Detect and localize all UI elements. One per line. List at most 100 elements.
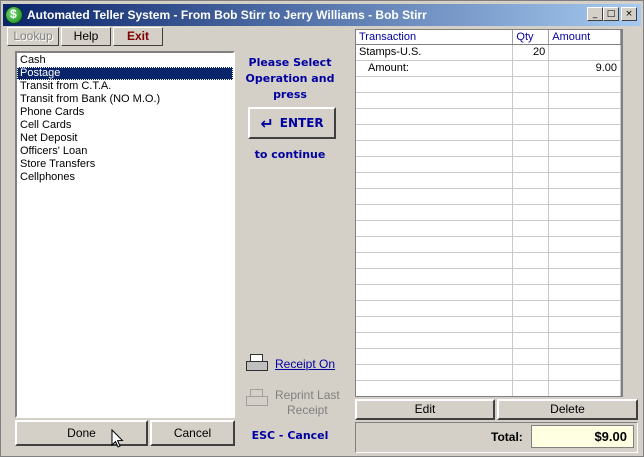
cell-qty [513, 77, 550, 92]
cell-transaction [356, 269, 514, 284]
edit-button[interactable]: Edit [355, 399, 495, 420]
table-row[interactable] [356, 189, 621, 205]
cell-qty [513, 141, 550, 156]
cell-transaction [356, 253, 514, 268]
table-row[interactable] [356, 109, 621, 125]
table-row[interactable] [356, 77, 621, 93]
grid-side-panel [622, 29, 638, 397]
operation-item[interactable]: Store Transfers [17, 158, 233, 171]
exit-button[interactable]: Exit [113, 27, 163, 46]
cell-qty [513, 333, 550, 348]
cell-transaction [356, 173, 514, 188]
cell-qty [513, 173, 550, 188]
minimize-button[interactable]: _ [587, 7, 603, 21]
cell-amount [549, 381, 621, 396]
select-operation-prompt: Please Select Operation and press [241, 55, 339, 103]
cell-qty [513, 253, 550, 268]
cell-transaction [356, 333, 514, 348]
cell-amount [549, 221, 621, 236]
operation-item[interactable]: Postage [17, 67, 233, 80]
cancel-button[interactable]: Cancel [150, 420, 235, 446]
operation-item[interactable]: Phone Cards [17, 106, 233, 119]
table-row[interactable] [356, 365, 621, 381]
operation-list-items: Cash Postage Transit from C.T.A. Transit fr… [17, 53, 233, 184]
table-row[interactable] [356, 349, 621, 365]
cell-amount [549, 237, 621, 252]
enter-button[interactable]: ↵ ENTER [248, 107, 336, 139]
table-row[interactable] [356, 173, 621, 189]
cell-transaction [356, 285, 514, 300]
reprint-receipt-button[interactable]: Reprint Last Receipt [245, 388, 340, 418]
cell-transaction [356, 301, 514, 316]
cell-qty [513, 109, 550, 124]
table-row[interactable] [356, 253, 621, 269]
table-row[interactable] [356, 93, 621, 109]
table-row[interactable]: Stamps-U.S. 20 [356, 45, 621, 61]
operation-item[interactable]: Cash [17, 54, 233, 67]
total-value: $9.00 [531, 425, 634, 448]
maximize-button[interactable]: □ [603, 7, 619, 21]
receipt-on-label: Receipt On [275, 357, 336, 371]
table-row[interactable] [356, 381, 621, 396]
operation-item[interactable]: Transit from C.T.A. [17, 80, 233, 93]
cell-qty [513, 317, 550, 332]
lookup-button[interactable]: Lookup [7, 27, 59, 46]
title-bar: Automated Teller System - From Bob Stirr… [3, 4, 641, 26]
table-row[interactable] [356, 125, 621, 141]
reprint-line-1: Reprint Last [275, 388, 340, 402]
transaction-grid[interactable]: Transaction Qty Amount Stamps-U.S. 20 Amou… [355, 29, 622, 397]
cell-transaction [356, 157, 514, 172]
column-header-amount[interactable]: Amount [549, 30, 621, 44]
cell-amount [549, 141, 621, 156]
table-row[interactable] [356, 221, 621, 237]
done-button[interactable]: Done [15, 420, 148, 446]
cell-transaction [356, 93, 514, 108]
table-row[interactable] [356, 237, 621, 253]
operation-item[interactable]: Cell Cards [17, 119, 233, 132]
reprint-label: Reprint Last Receipt [275, 388, 340, 418]
cell-qty [513, 285, 550, 300]
cell-qty [513, 205, 550, 220]
table-row[interactable] [356, 205, 621, 221]
close-button[interactable]: × [621, 7, 637, 21]
total-label: Total: [491, 430, 523, 444]
cell-qty [513, 237, 550, 252]
cell-transaction [356, 205, 514, 220]
operation-item[interactable]: Officers' Loan [17, 145, 233, 158]
table-row[interactable] [356, 333, 621, 349]
cell-qty [513, 61, 550, 76]
prompt-line-3: press [273, 88, 307, 101]
cell-qty [513, 93, 550, 108]
table-row[interactable] [356, 157, 621, 173]
cell-transaction [356, 221, 514, 236]
grid-body: Stamps-U.S. 20 Amount: 9.00 [356, 45, 621, 396]
operation-list[interactable]: Cash Postage Transit from C.T.A. Transit fr… [15, 51, 235, 418]
cell-transaction [356, 77, 514, 92]
dollar-globe-icon [5, 6, 23, 24]
column-header-qty[interactable]: Qty [513, 30, 550, 44]
window-title: Automated Teller System - From Bob Stirr… [27, 8, 427, 22]
table-row[interactable] [356, 301, 621, 317]
cell-qty [513, 365, 550, 380]
table-row[interactable]: Amount: 9.00 [356, 61, 621, 77]
column-header-transaction[interactable]: Transaction [356, 30, 514, 44]
receipt-on-toggle[interactable]: Receipt On [245, 353, 335, 375]
cell-transaction [356, 317, 514, 332]
table-row[interactable] [356, 141, 621, 157]
operation-item[interactable]: Net Deposit [17, 132, 233, 145]
cell-amount [549, 333, 621, 348]
table-row[interactable] [356, 285, 621, 301]
cell-amount [549, 253, 621, 268]
operation-item[interactable]: Cellphones [17, 171, 233, 184]
table-row[interactable] [356, 317, 621, 333]
cell-amount [549, 157, 621, 172]
cell-amount [549, 93, 621, 108]
grid-header: Transaction Qty Amount [356, 30, 621, 45]
cell-amount [549, 189, 621, 204]
help-button[interactable]: Help [61, 27, 111, 46]
table-row[interactable] [356, 269, 621, 285]
delete-button[interactable]: Delete [497, 399, 638, 420]
window-controls: _ □ × [587, 7, 637, 21]
operation-item[interactable]: Transit from Bank (NO M.O.) [17, 93, 233, 106]
cell-transaction [356, 381, 514, 396]
